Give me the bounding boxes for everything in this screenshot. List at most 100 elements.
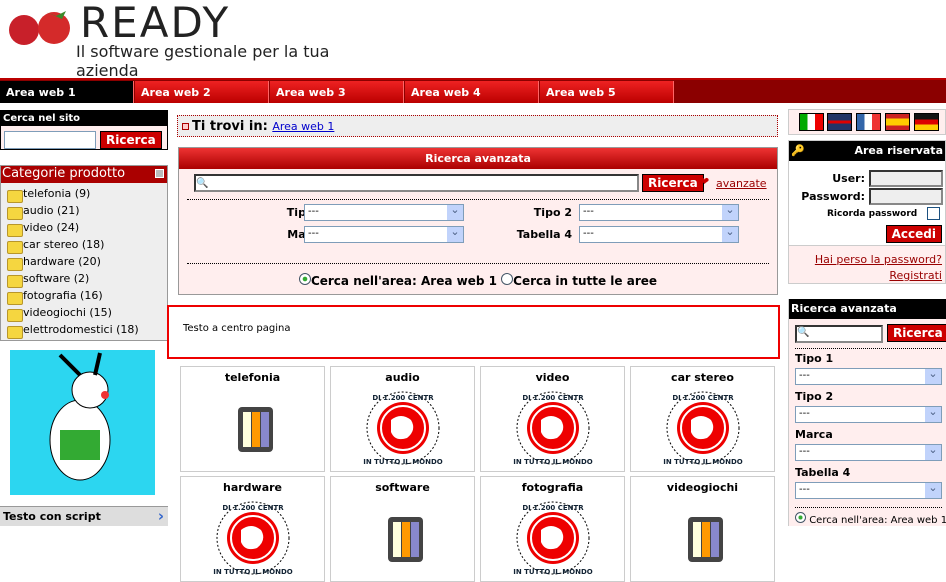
search-button[interactable]: Ricerca bbox=[642, 174, 704, 192]
categories-title-text: Categorie prodotto bbox=[2, 166, 126, 181]
side-marca-select[interactable]: --- bbox=[795, 444, 942, 461]
tipo2-select[interactable]: --- bbox=[579, 204, 739, 221]
category-item[interactable]: car stereo (18) bbox=[1, 238, 167, 255]
category-item[interactable]: videogiochi (15) bbox=[1, 306, 167, 323]
login-title-text: Area riservata bbox=[854, 144, 943, 157]
remember-label: Ricorda password bbox=[827, 209, 918, 219]
breadcrumb-label: Ti trovi in: bbox=[192, 119, 268, 134]
language-flags bbox=[788, 109, 946, 135]
categories-title: Categorie prodotto bbox=[1, 166, 167, 183]
breadcrumb-link[interactable]: Area web 1 bbox=[272, 120, 334, 133]
side-advanced-search: Ricerca avanzata 🔍 Ricerca Tipo 1 --- Ti… bbox=[788, 299, 946, 526]
svg-text:IN TUTTO IL MONDO: IN TUTTO IL MONDO bbox=[213, 568, 293, 576]
tabella4-select[interactable]: --- bbox=[579, 226, 739, 243]
side-tipo2-label: Tipo 2 bbox=[795, 390, 834, 403]
product-name: video bbox=[535, 371, 570, 384]
category-item[interactable]: audio (21) bbox=[1, 204, 167, 221]
site-search-button[interactable]: Ricerca bbox=[100, 131, 162, 149]
site-search: Cerca nel sito Ricerca bbox=[0, 110, 168, 150]
remember-checkbox[interactable] bbox=[927, 207, 940, 220]
stamp-image: DI 1.200 CENTR IN TUTTO IL MONDO bbox=[331, 384, 474, 471]
product-cell[interactable]: telefonia bbox=[180, 366, 325, 472]
marca-select[interactable]: --- bbox=[304, 226, 464, 243]
flag-germany-icon[interactable] bbox=[914, 113, 939, 131]
category-item[interactable]: fotografia (16) bbox=[1, 289, 167, 306]
product-cell[interactable]: videogiochi bbox=[630, 476, 775, 582]
search-input[interactable]: 🔍 bbox=[194, 174, 639, 192]
category-item[interactable]: elettrodomestici (18) bbox=[1, 323, 167, 340]
side-tipo2-select[interactable]: --- bbox=[795, 406, 942, 423]
svg-text:DI 1.200 CENTR: DI 1.200 CENTR bbox=[522, 394, 584, 402]
chevron-right-icon: › bbox=[157, 507, 164, 525]
lost-password-link[interactable]: Hai perso la password? bbox=[815, 253, 942, 266]
side-tipo1-select[interactable]: --- bbox=[795, 368, 942, 385]
svg-text:DI 1.200 CENTR: DI 1.200 CENTR bbox=[222, 504, 284, 512]
site-search-input[interactable] bbox=[4, 131, 96, 149]
flag-france-icon[interactable] bbox=[856, 113, 881, 131]
side-tipo1-label: Tipo 1 bbox=[795, 352, 834, 365]
side-tabella4-select[interactable]: --- bbox=[795, 482, 942, 499]
tab-area-web-1[interactable]: Area web 1 bbox=[0, 81, 134, 103]
svg-text:IN TUTTO IL MONDO: IN TUTTO IL MONDO bbox=[363, 458, 443, 466]
svg-text:DI 1.200 CENTR: DI 1.200 CENTR bbox=[372, 394, 434, 402]
category-item[interactable]: telefonia (9) bbox=[1, 187, 167, 204]
side-search-input[interactable]: 🔍 bbox=[795, 325, 883, 343]
flag-spain-icon[interactable] bbox=[885, 113, 910, 131]
stamp-image: DI 1.200 CENTR IN TUTTO IL MONDO bbox=[481, 384, 624, 471]
password-input[interactable] bbox=[869, 188, 943, 205]
svg-text:IN TUTTO IL MONDO: IN TUTTO IL MONDO bbox=[513, 568, 593, 576]
magnifier-icon: 🔍 bbox=[196, 178, 209, 189]
product-image bbox=[181, 384, 324, 465]
tab-area-web-3[interactable]: Area web 3 bbox=[270, 81, 404, 103]
logo-text: READY bbox=[80, 0, 231, 47]
tipo1-select[interactable]: --- bbox=[304, 204, 464, 221]
side-radio-label: Cerca nell'area: Area web 1 bbox=[809, 515, 946, 526]
script-text-label: Testo con script bbox=[3, 510, 101, 523]
product-cell[interactable]: fotografia DI 1.200 CENTR IN TUTTO IL MON… bbox=[480, 476, 625, 582]
breadcrumb: Ti trovi in: Area web 1 bbox=[177, 115, 778, 137]
product-cell[interactable]: car stereo DI 1.200 CENTR IN TUTTO IL MON… bbox=[630, 366, 775, 472]
script-text-bar[interactable]: Testo con script › bbox=[0, 506, 168, 526]
radio-area[interactable] bbox=[298, 273, 311, 285]
tab-area-web-5[interactable]: Area web 5 bbox=[540, 81, 674, 103]
product-name: audio bbox=[385, 371, 420, 384]
tabella4-label: Tabella 4 bbox=[516, 228, 572, 241]
bullet-icon bbox=[182, 123, 189, 130]
collapse-icon[interactable] bbox=[155, 169, 164, 178]
stamp-image: DI 1.200 CENTR IN TUTTO IL MONDO bbox=[631, 384, 774, 471]
advanced-link[interactable]: avanzate bbox=[716, 177, 767, 190]
category-item[interactable]: video (24) bbox=[1, 221, 167, 238]
svg-text:IN TUTTO IL MONDO: IN TUTTO IL MONDO bbox=[513, 458, 593, 466]
stamp-image: DI 1.200 CENTR IN TUTTO IL MONDO bbox=[181, 494, 324, 581]
side-marca-label: Marca bbox=[795, 428, 833, 441]
side-search-title: Ricerca avanzata bbox=[789, 299, 946, 319]
advanced-search-title: Ricerca avanzata bbox=[179, 148, 777, 169]
stamp-image: DI 1.200 CENTR IN TUTTO IL MONDO bbox=[481, 494, 624, 581]
user-input[interactable] bbox=[869, 170, 943, 187]
tab-area-web-2[interactable]: Area web 2 bbox=[135, 81, 269, 103]
register-link[interactable]: Registrati bbox=[889, 269, 942, 282]
login-panel: 🔑 Area riservata User: Password: Ricorda … bbox=[788, 140, 946, 284]
tab-area-web-4[interactable]: Area web 4 bbox=[405, 81, 539, 103]
product-cell[interactable]: hardware DI 1.200 CENTR IN TUTTO IL MONDO bbox=[180, 476, 325, 582]
flag-italy-icon[interactable] bbox=[799, 113, 824, 131]
side-search-button[interactable]: Ricerca bbox=[887, 324, 946, 342]
site-search-title: Cerca nel sito bbox=[1, 111, 167, 126]
logo: READY Il software gestionale per la tua … bbox=[6, 0, 376, 80]
flag-uk-icon[interactable] bbox=[827, 113, 852, 131]
product-cell[interactable]: software bbox=[330, 476, 475, 582]
category-item[interactable]: software (2) bbox=[1, 272, 167, 289]
product-cell[interactable]: audio DI 1.200 CENTR IN TUTTO IL MONDO bbox=[330, 366, 475, 472]
login-button[interactable]: Accedi bbox=[885, 225, 942, 243]
product-cell[interactable]: video DI 1.200 CENTR IN TUTTO IL MONDO bbox=[480, 366, 625, 472]
radio-all[interactable] bbox=[501, 273, 514, 285]
svg-text:DI 1.200 CENTR: DI 1.200 CENTR bbox=[672, 394, 734, 402]
side-radio-area[interactable] bbox=[795, 512, 806, 523]
strawberry-icon bbox=[9, 11, 70, 45]
rabbit-image bbox=[10, 350, 155, 495]
product-name: car stereo bbox=[671, 371, 734, 384]
category-item[interactable]: hardware (20) bbox=[1, 255, 167, 272]
magnifier-icon: 🔍 bbox=[797, 327, 810, 338]
main-nav: Area web 1 Area web 2 Area web 3 Area we… bbox=[0, 78, 946, 103]
product-name: hardware bbox=[222, 481, 283, 494]
